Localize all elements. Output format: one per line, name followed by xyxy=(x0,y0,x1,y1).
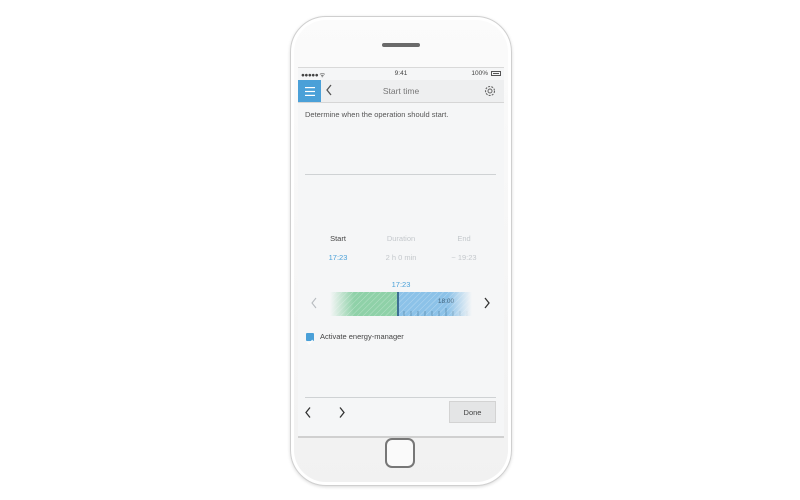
nav-bar: Start time xyxy=(298,80,504,103)
done-button[interactable]: Done xyxy=(449,401,496,423)
duration-label: Duration xyxy=(386,234,416,243)
timeline-slider[interactable]: 18:00 xyxy=(330,292,472,316)
timeline-selected-time: 17:23 xyxy=(391,280,411,289)
app-screen: ●●●●● ᯤ 9:41 100% Start time Determine w… xyxy=(298,67,504,438)
duration-value: 2 h 0 min xyxy=(385,253,417,262)
footer-divider xyxy=(305,397,496,398)
instruction-text: Determine when the operation should star… xyxy=(305,110,449,119)
timeline-cursor[interactable] xyxy=(397,292,399,316)
page-title: Start time xyxy=(382,86,420,96)
checkmark-icon xyxy=(307,339,314,345)
next-step-icon[interactable] xyxy=(338,406,346,419)
home-button[interactable] xyxy=(385,438,415,468)
divider xyxy=(305,174,496,175)
end-label: End xyxy=(457,234,471,243)
battery-percent: 100% xyxy=(471,70,488,77)
status-bar: ●●●●● ᯤ 9:41 100% xyxy=(298,68,504,80)
gear-icon[interactable] xyxy=(483,84,497,98)
energy-manager-checkbox[interactable] xyxy=(306,333,314,345)
previous-step-icon[interactable] xyxy=(304,406,312,419)
speaker-grille xyxy=(382,43,420,47)
end-value: ~ 19:23 xyxy=(451,253,477,262)
energy-manager-label: Activate energy-manager xyxy=(320,332,404,341)
timeline-prev-icon[interactable] xyxy=(311,297,318,309)
phone-frame: ●●●●● ᯤ 9:41 100% Start time Determine w… xyxy=(290,16,512,486)
timeline-next-icon[interactable] xyxy=(483,297,490,309)
start-label: Start xyxy=(330,234,346,243)
battery-icon xyxy=(491,71,501,76)
start-value[interactable]: 17:23 xyxy=(313,253,363,262)
